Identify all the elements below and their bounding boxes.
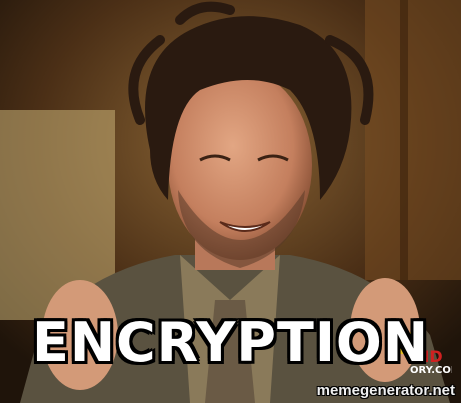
meme-caption: ENCRYPTION xyxy=(31,311,430,374)
watermark: memegenerator.net xyxy=(316,382,455,399)
wood-trim xyxy=(400,0,408,280)
meme-image: H HD ORY.COM ENCRYPTION memegenerator.ne… xyxy=(0,0,461,403)
wood-paneling-right xyxy=(365,0,461,280)
